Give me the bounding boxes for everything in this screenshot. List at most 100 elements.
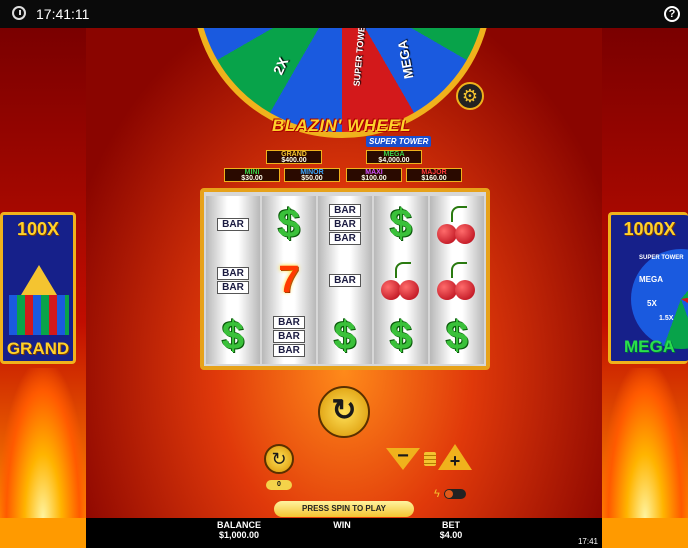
jackpot-grand-value: $400.00	[281, 157, 307, 164]
gear-icon[interactable]: ⚙	[456, 82, 484, 110]
right-side-area: 1000X SUPER TOWER MEGA 5X 1.5X MEGA	[602, 28, 688, 518]
reel-symbol-dollar: $	[374, 196, 428, 252]
grand-panel-label: GRAND	[6, 339, 70, 358]
bar-symbol: BAR	[217, 266, 249, 280]
turbo-toggle[interactable]	[444, 489, 466, 499]
jackpot-maxi-value: $100.00	[361, 175, 387, 182]
bar-symbol: BAR	[273, 315, 305, 329]
bet-increase-button[interactable]: +	[438, 444, 472, 470]
reel-symbol-cherry	[374, 252, 428, 308]
logo-subtitle: SUPER TOWER	[366, 136, 432, 147]
jackpot-minor-value: $50.00	[301, 175, 323, 182]
win-label: WIN	[333, 520, 351, 530]
mega-panel-wheel	[631, 249, 688, 349]
fire-decoration	[0, 368, 86, 518]
spin-button[interactable]: ↻	[318, 386, 370, 438]
seven-symbol: 7	[278, 258, 300, 301]
dollar-symbol: $	[333, 313, 357, 358]
bar-symbol: BAR	[217, 280, 249, 294]
jackpot-minor: MINOR $50.00	[284, 168, 340, 182]
mega-panel-5x: 5X	[647, 299, 657, 308]
fire-decoration	[602, 368, 688, 518]
grand-panel-arrow-icon	[21, 265, 57, 295]
mega-panel-multiplier: 1000X	[623, 219, 676, 239]
reel-symbol-dollar: $	[318, 308, 372, 364]
cherry-icon	[435, 204, 479, 244]
reel-symbol-triple-bar: BAR BAR BAR	[262, 308, 316, 364]
help-icon[interactable]: ?	[664, 6, 680, 22]
status-time: 17:41:11	[36, 6, 90, 22]
mega-panel-label: MEGA	[624, 337, 675, 356]
reel-grid: BAR BAR BAR $ $ 7 BAR BAR BAR BAR BAR BAR BAR…	[200, 188, 490, 370]
coins-icon	[424, 452, 436, 466]
grand-panel-multiplier: 100X	[16, 219, 60, 239]
win-stat: WIN	[322, 520, 362, 530]
reel-1: BAR BAR BAR $	[206, 196, 260, 364]
game-logo: BLAZIN' WHEEL SUPER TOWER	[272, 110, 432, 154]
reel-5: $	[430, 196, 484, 364]
bar-symbol: BAR	[329, 217, 361, 231]
dollar-symbol: $	[389, 313, 413, 358]
reel-symbol-bar: BAR	[206, 196, 260, 252]
jackpot-grand: GRAND $400.00	[266, 150, 322, 164]
autoplay-button[interactable]: ↻	[264, 444, 294, 474]
bar-symbol: BAR	[273, 343, 305, 357]
reel-symbol-double-bar: BAR BAR	[206, 252, 260, 308]
footer-clock: 17:41	[577, 537, 598, 546]
bar-symbol: BAR	[329, 231, 361, 245]
mega-panel-mega-small: MEGA	[639, 275, 663, 284]
reel-symbol-cherry	[430, 196, 484, 252]
reel-symbol-bar: BAR	[318, 252, 372, 308]
dollar-symbol: $	[221, 313, 245, 358]
grand-panel: 100X GRAND	[0, 212, 76, 364]
mega-panel-super-tower: SUPER TOWER	[639, 255, 684, 261]
bar-symbol: BAR	[329, 273, 361, 287]
cherry-icon	[435, 260, 479, 300]
reel-symbol-dollar: $	[262, 196, 316, 252]
bottom-right-fire	[602, 518, 688, 548]
dollar-symbol: $	[277, 201, 301, 246]
balance-value: $1,000.00	[218, 530, 260, 540]
balance-label: BALANCE	[217, 520, 261, 530]
bet-stat: BET $4.00	[426, 520, 476, 540]
balance-stat: BALANCE $1,000.00	[214, 520, 264, 540]
jackpot-mini: MINI $30.00	[224, 168, 280, 182]
bet-label: BET	[442, 520, 460, 530]
reel-2: $ 7 BAR BAR BAR	[262, 196, 316, 364]
dollar-symbol: $	[445, 313, 469, 358]
reel-symbol-triple-bar: BAR BAR BAR	[318, 196, 372, 252]
status-message: PRESS SPIN TO PLAY	[274, 501, 414, 517]
dollar-symbol: $	[389, 201, 413, 246]
jackpot-major-value: $160.00	[421, 175, 447, 182]
reel-3: BAR BAR BAR BAR $	[318, 196, 372, 364]
status-bar: 17:41:11 ?	[0, 0, 688, 28]
game-stage: 100X GRAND 2X SUPER TOWER MEGA ⚙ BLAZIN'…	[0, 28, 688, 518]
mega-panel-1-5x: 1.5X	[659, 315, 674, 322]
main-area: 2X SUPER TOWER MEGA ⚙ BLAZIN' WHEEL SUPE…	[86, 28, 602, 518]
reel-symbol-dollar: $	[206, 308, 260, 364]
autoplay-count: 0	[266, 480, 292, 490]
bolt-icon: ϟ	[434, 488, 440, 500]
jackpot-mega: MEGA $4,000.00	[366, 150, 422, 164]
jackpot-maxi: MAXI $100.00	[346, 168, 402, 182]
bar-symbol: BAR	[329, 203, 361, 217]
bar-symbol: BAR	[217, 217, 249, 231]
bar-symbol: BAR	[273, 329, 305, 343]
logo-title: BLAZIN' WHEEL	[272, 116, 411, 135]
bet-decrease-button[interactable]: −	[386, 448, 420, 470]
turbo-control[interactable]: ϟ	[434, 488, 468, 500]
footer-bar: BALANCE $1,000.00 WIN BET $4.00 17:41	[86, 518, 602, 548]
reel-symbol-cherry	[430, 252, 484, 308]
reel-symbol-dollar: $	[430, 308, 484, 364]
grand-panel-stripes	[9, 295, 69, 335]
reel-symbol-dollar: $	[374, 308, 428, 364]
clock-icon	[12, 6, 26, 20]
jackpot-mega-value: $4,000.00	[378, 157, 410, 164]
cherry-icon	[379, 260, 423, 300]
jackpot-mini-value: $30.00	[241, 175, 263, 182]
mega-panel: 1000X SUPER TOWER MEGA 5X 1.5X MEGA	[608, 212, 688, 364]
reel-4: $ $	[374, 196, 428, 364]
bet-value: $4.00	[439, 530, 463, 540]
jackpot-major: MAJOR $160.00	[406, 168, 462, 182]
bottom-left-fire	[0, 518, 86, 548]
